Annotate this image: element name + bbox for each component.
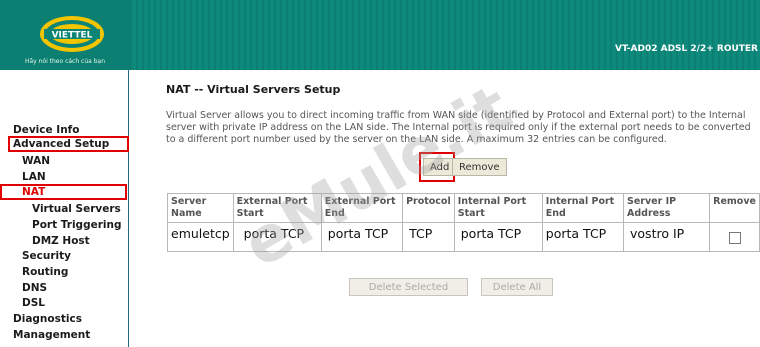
sidebar-item-dns[interactable]: DNS [22, 282, 47, 294]
sidebar-item-nat[interactable]: NAT [0, 184, 127, 200]
sidebar-item-security[interactable]: Security [22, 250, 71, 262]
col-external-port-end: External Port End [320, 193, 404, 223]
cell-server-ip: vostro IP [623, 222, 711, 252]
page-title: NAT -- Virtual Servers Setup [166, 83, 341, 96]
cell-protocol: TCP [402, 222, 455, 252]
remove-checkbox[interactable] [728, 232, 741, 244]
virtual-servers-table: Server Name External Port Start External… [167, 193, 760, 252]
top-banner: VIETTEL Hãy nói theo cách của bạn VT-AD0… [0, 0, 760, 70]
table-header-row: Server Name External Port Start External… [167, 193, 760, 223]
col-remove: Remove [709, 193, 760, 223]
brand-text: VIETTEL [52, 31, 93, 41]
sidebar-item-device-info[interactable]: Device Info [13, 124, 79, 136]
sidebar-item-wan[interactable]: WAN [22, 155, 50, 167]
cell-external-port-end: porta TCP [320, 222, 404, 252]
viettel-logo: VIETTEL [40, 16, 104, 52]
logo-area: VIETTEL Hãy nói theo cách của bạn [0, 0, 130, 70]
cell-external-port-start: porta TCP [232, 222, 322, 252]
col-external-port-start: External Port Start [232, 193, 322, 223]
remove-button[interactable]: Remove [452, 158, 507, 176]
col-internal-port-start: Internal Port Start [453, 193, 543, 223]
col-internal-port-end: Internal Port End [541, 193, 625, 223]
cell-internal-port-end: porta TCP [541, 222, 625, 252]
tagline: Hãy nói theo cách của bạn [24, 58, 106, 65]
sidebar-item-virtual-servers[interactable]: Virtual Servers [32, 203, 121, 215]
sidebar-item-port-triggering[interactable]: Port Triggering [32, 219, 121, 231]
cell-server-name: emuletcp [167, 222, 234, 252]
col-server-name: Server Name [167, 193, 234, 223]
sidebar-item-management[interactable]: Management [13, 329, 90, 341]
delete-all-button[interactable]: Delete All [481, 278, 553, 296]
delete-selected-button[interactable]: Delete Selected [349, 278, 468, 296]
sidebar-item-dmz-host[interactable]: DMZ Host [32, 235, 90, 247]
router-model: VT-AD02 ADSL 2/2+ ROUTER [615, 44, 758, 54]
sidebar-item-dsl[interactable]: DSL [22, 297, 45, 309]
table-row: emuletcp porta TCP porta TCP TCP porta T… [167, 222, 760, 252]
sidebar-item-diagnostics[interactable]: Diagnostics [13, 313, 82, 325]
page-description: Virtual Server allows you to direct inco… [166, 110, 751, 145]
sidebar-item-advanced-setup[interactable]: Advanced Setup [8, 136, 129, 152]
banner-stripes [130, 0, 760, 70]
col-protocol: Protocol [402, 193, 455, 223]
sidebar-item-routing[interactable]: Routing [22, 266, 68, 278]
cell-internal-port-start: porta TCP [453, 222, 543, 252]
cell-remove [709, 222, 760, 252]
col-server-ip-address: Server IP Address [623, 193, 711, 223]
sidebar-item-lan[interactable]: LAN [22, 171, 46, 183]
